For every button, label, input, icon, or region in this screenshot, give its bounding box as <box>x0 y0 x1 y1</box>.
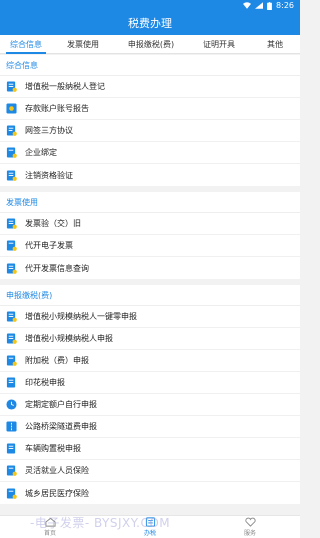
nav-service[interactable]: 服务 <box>200 516 300 538</box>
invoice-query-icon <box>6 262 17 274</box>
list-item-label: 车辆购置税申报 <box>25 444 81 453</box>
tab-certificate[interactable]: 证明开具 <box>188 35 250 53</box>
list-item[interactable]: 代开电子发票 <box>0 235 300 257</box>
bottom-nav: 首页 办税 服务 <box>0 515 300 538</box>
bind-icon <box>6 147 17 158</box>
list-item-label: 灵活就业人员保险 <box>25 466 89 475</box>
service-list[interactable]: 综合信息 增值税一般纳税人登记 存款账户账号报告 网签三方协议 企业绑定 注销资… <box>0 55 300 515</box>
list-item[interactable]: 发票验（交）旧 <box>0 213 300 235</box>
stamp-icon <box>6 377 16 388</box>
section-general-info: 综合信息 增值税一般纳税人登记 存款账户账号报告 网签三方协议 企业绑定 注销资… <box>0 55 300 186</box>
list-item-label: 代开发票信息查询 <box>25 263 89 273</box>
insurance-icon <box>6 465 17 476</box>
tab-label: 综合信息 <box>10 39 42 49</box>
document-icon <box>6 81 17 92</box>
nav-home[interactable]: 首页 <box>0 516 100 538</box>
list-item[interactable]: 增值税小规模纳税人申报 <box>0 328 300 350</box>
list-item-label: 注销资格验证 <box>25 170 73 180</box>
page-title: 税费办理 <box>128 17 172 30</box>
nav-label: 服务 <box>243 530 256 537</box>
verify-icon <box>6 169 17 181</box>
tab-invoice-use[interactable]: 发票使用 <box>52 35 114 53</box>
e-invoice-icon <box>6 240 17 251</box>
declare-icon <box>6 355 17 366</box>
wifi-icon <box>243 2 252 9</box>
list-item-label: 增值税一般纳税人登记 <box>25 82 105 91</box>
list-item[interactable]: 车辆购置税申报 <box>0 438 300 460</box>
tab-label: 申报缴税(费) <box>127 39 175 49</box>
vehicle-icon <box>6 443 16 454</box>
list-item-label: 企业绑定 <box>25 148 57 157</box>
tab-label: 发票使用 <box>67 39 99 49</box>
list-item-label: 城乡居民医疗保险 <box>25 488 89 498</box>
tab-general-info[interactable]: 综合信息 <box>0 35 52 54</box>
declare-icon <box>6 333 17 344</box>
road-icon <box>6 421 17 432</box>
list-item[interactable]: 定期定额户自行申报 <box>0 394 300 416</box>
status-time: 8:26 <box>276 1 294 10</box>
section-invoice-use: 发票使用 发票验（交）旧 代开电子发票 代开发票信息查询 <box>0 192 300 279</box>
account-icon <box>6 103 17 114</box>
section-title: 综合信息 <box>0 55 300 76</box>
list-item-label: 发票验（交）旧 <box>25 219 81 228</box>
app-bar: 税费办理 <box>0 11 300 35</box>
list-item-label: 定期定额户自行申报 <box>25 400 97 409</box>
section-title: 申报缴税(费) <box>0 285 300 306</box>
battery-icon <box>267 1 272 10</box>
tab-label: 证明开具 <box>203 39 235 49</box>
agreement-icon <box>6 125 17 136</box>
list-item-label: 公路桥梁隧道费申报 <box>25 422 97 431</box>
home-icon <box>44 517 56 527</box>
list-item-label: 网签三方协议 <box>25 126 73 135</box>
list-item[interactable]: 附加税（费）申报 <box>0 350 300 372</box>
list-item[interactable]: 印花税申报 <box>0 372 300 394</box>
list-item-label: 代开电子发票 <box>25 241 73 250</box>
list-item-label: 附加税（费）申报 <box>25 356 89 365</box>
list-item-label: 增值税小规模纳税人申报 <box>25 334 113 343</box>
nav-tax[interactable]: 办税 <box>100 516 200 538</box>
list-item[interactable]: 增值税一般纳税人登记 <box>0 76 300 98</box>
category-tabs: 综合信息 发票使用 申报缴税(费) 证明开具 其他 <box>0 35 300 54</box>
nav-label: 首页 <box>43 530 56 537</box>
status-bar: 8:26 <box>0 0 300 11</box>
declare-icon <box>6 311 17 322</box>
medical-icon <box>6 487 17 499</box>
list-item[interactable]: 网签三方协议 <box>0 120 300 142</box>
tab-tax-declaration[interactable]: 申报缴税(费) <box>114 35 188 53</box>
list-item[interactable]: 注销资格验证 <box>0 164 300 186</box>
list-item[interactable]: 企业绑定 <box>0 142 300 164</box>
nav-label: 办税 <box>143 530 156 537</box>
tab-label: 其他 <box>267 39 283 49</box>
clock-icon <box>6 399 17 410</box>
list-item[interactable]: 代开发票信息查询 <box>0 257 300 279</box>
signal-icon <box>255 2 264 9</box>
list-item[interactable]: 灵活就业人员保险 <box>0 460 300 482</box>
heart-icon <box>244 517 256 527</box>
section-title: 发票使用 <box>0 192 300 213</box>
list-item-label: 印花税申报 <box>25 378 65 387</box>
invoice-icon <box>6 218 17 229</box>
tab-other[interactable]: 其他 <box>250 35 300 53</box>
list-item[interactable]: 增值税小规模纳税人一键零申报 <box>0 306 300 328</box>
list-item[interactable]: 存款账户账号报告 <box>0 98 300 120</box>
list-item-label: 存款账户账号报告 <box>25 104 89 113</box>
list-item-label: 增值税小规模纳税人一键零申报 <box>25 312 137 321</box>
list-item[interactable]: 城乡居民医疗保险 <box>0 482 300 504</box>
tax-icon <box>145 517 155 527</box>
list-item[interactable]: 公路桥梁隧道费申报 <box>0 416 300 438</box>
section-tax-declaration: 申报缴税(费) 增值税小规模纳税人一键零申报 增值税小规模纳税人申报 附加税（费… <box>0 285 300 504</box>
